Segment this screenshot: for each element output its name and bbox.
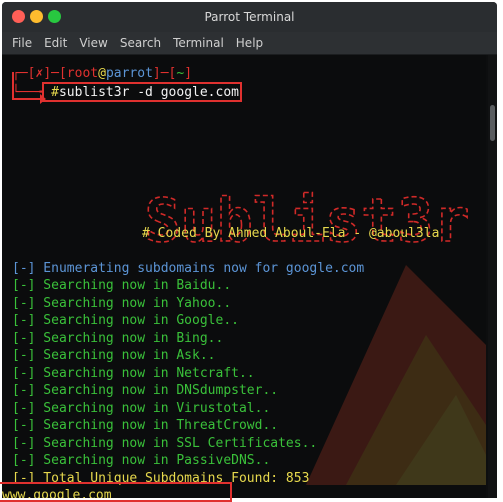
search-line: [-] Searching now in Baidu..: [12, 278, 232, 293]
sublist3r-banner: Sublist3r: [144, 185, 471, 253]
search-line: [-] Searching now in SSL Certificates..: [12, 435, 318, 451]
scroll-thumb[interactable]: [490, 105, 495, 141]
terminal-window: Parrot Terminal File Edit View Search Te…: [2, 2, 497, 498]
menu-edit[interactable]: Edit: [38, 36, 73, 50]
banner-art-text: Sublist3r: [144, 186, 469, 253]
search-line: [-] Searching now in Yahoo..: [12, 295, 232, 311]
annotation-bracket-vertical: [12, 72, 14, 100]
prompt-at: @: [98, 66, 106, 81]
result-highlight-box: [0, 482, 232, 502]
search-line: [-] Searching now in DNSdumpster..: [12, 383, 279, 398]
search-line: [-] Searching now in Netcraft..: [12, 365, 255, 381]
menu-view[interactable]: View: [73, 36, 113, 50]
menu-search[interactable]: Search: [114, 36, 167, 50]
menu-file[interactable]: File: [2, 36, 38, 50]
search-line: [-] Searching now in Virustotal..: [12, 400, 271, 416]
command-highlight-box: [42, 82, 242, 102]
window-title: Parrot Terminal: [204, 10, 295, 24]
search-line: [-] Searching now in Ask..: [12, 348, 216, 363]
menu-bar: File Edit View Search Terminal Help: [2, 32, 497, 55]
prompt-host: parrot: [105, 66, 153, 81]
search-line: [-] Searching now in PassiveDNS..: [12, 453, 271, 468]
enumerating-line: [-] Enumerating subdomains now for googl…: [12, 261, 365, 276]
scrollbar[interactable]: [488, 55, 497, 498]
menu-terminal[interactable]: Terminal: [167, 36, 230, 50]
prompt-user: root: [66, 66, 99, 81]
menu-help[interactable]: Help: [230, 36, 269, 50]
title-bar: Parrot Terminal: [2, 2, 497, 32]
search-line: [-] Searching now in Google..: [12, 313, 239, 328]
coded-by-line: # Coded By Ahmed Aboul-Ela - @aboul3la: [142, 226, 440, 241]
prompt-line: ┌─[✗]─[root@parrot]─[~]: [12, 66, 193, 81]
search-line: [-] Searching now in ThreatCrowd..: [12, 418, 279, 433]
search-line: [-] Searching now in Bing..: [12, 330, 224, 346]
terminal-output-area[interactable]: ┌─[✗]─[root@parrot]─[~] └──╼ #sublist3r …: [2, 55, 486, 498]
